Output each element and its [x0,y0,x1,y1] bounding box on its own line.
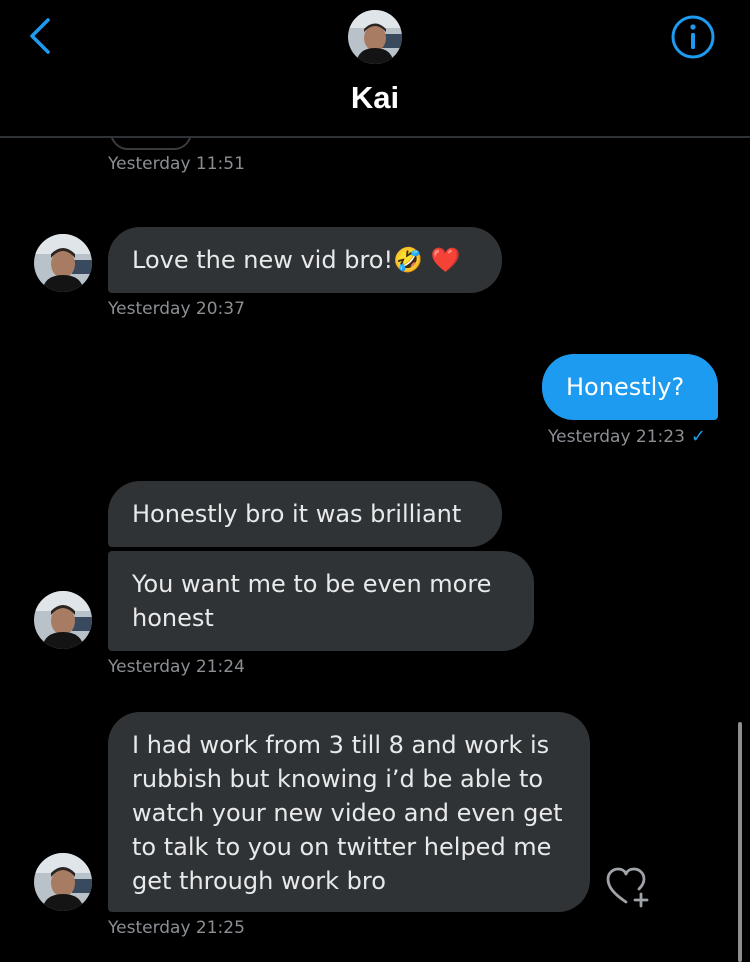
emoji-reaction: 🤣 ❤️ [393,246,461,274]
checkmark-icon: ✓ [690,426,707,447]
message-bubble[interactable]: Honestly bro it was brilliant [108,481,502,547]
heart-plus-icon [606,867,649,908]
message-bubble[interactable]: Love the new vid bro!🤣 ❤️ [108,227,502,293]
message-bubble[interactable]: You want me to be even more honest [108,551,534,651]
message-timestamp: Yesterday 21:24 [108,657,245,677]
info-circle-icon [671,15,715,59]
message-timestamp: Yesterday 20:37 [108,299,245,319]
message-timestamp: Yesterday 11:51 [108,154,245,174]
contact-avatar[interactable] [348,10,402,64]
sender-avatar[interactable] [34,853,92,911]
info-button[interactable] [668,12,718,62]
message-bubble-outgoing[interactable]: Honestly? [542,354,718,420]
message-text: I had work from 3 till 8 and work is rub… [132,731,563,895]
message-timestamp: Yesterday 21:23 ✓ [548,426,706,447]
sender-avatar[interactable] [34,234,92,292]
like-button[interactable] [604,864,654,910]
timestamp-text: Yesterday 21:23 [548,427,685,447]
message-timestamp: Yesterday 21:25 [108,918,245,938]
message-text: Love the new vid bro! [132,246,394,274]
sender-avatar[interactable] [34,591,92,649]
message-text: Honestly bro it was brilliant [132,500,462,528]
scrollbar[interactable] [738,722,742,962]
message-bubble[interactable]: I had work from 3 till 8 and work is rub… [108,712,590,912]
message-text: You want me to be even more honest [132,570,492,632]
chevron-left-icon [30,18,50,54]
contact-name[interactable]: Kai [0,80,750,116]
conversation-header: Kai [0,0,750,138]
message-text: Honestly? [566,373,685,401]
back-button[interactable] [20,14,64,58]
